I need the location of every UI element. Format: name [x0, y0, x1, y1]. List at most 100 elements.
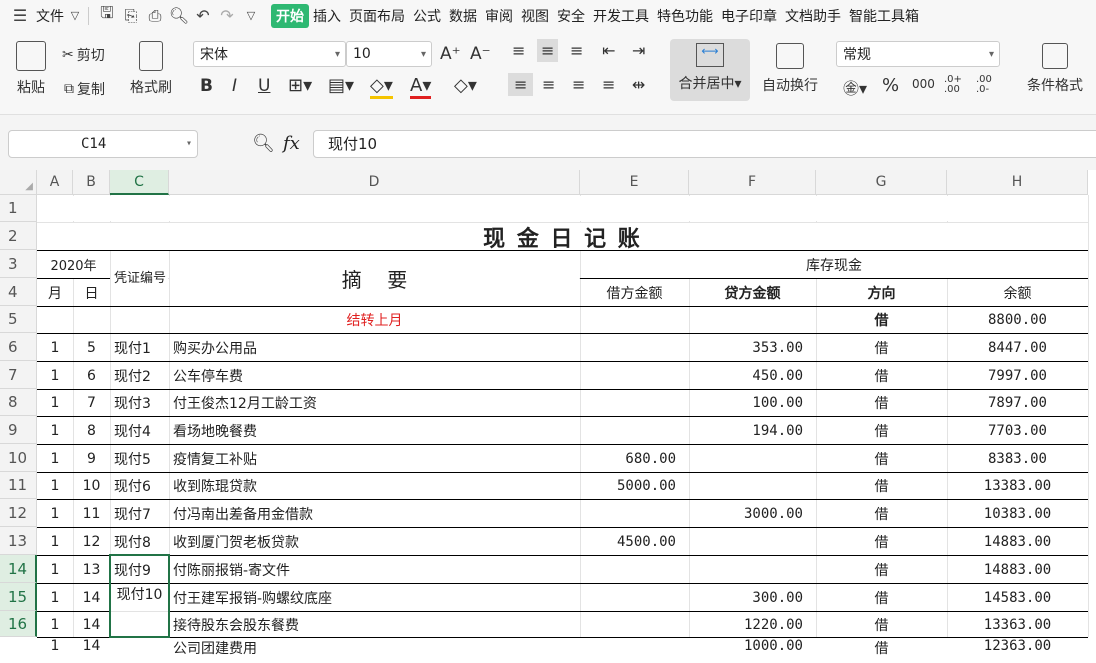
- font-size-select[interactable]: 10 ▾: [346, 41, 432, 67]
- entry-day[interactable]: 14: [74, 612, 109, 637]
- entry-credit[interactable]: 1220.00: [690, 612, 815, 637]
- align-middle-icon[interactable]: ≡: [537, 39, 559, 62]
- entry-balance[interactable]: 8447.00: [948, 334, 1087, 361]
- entry-direction[interactable]: 借: [817, 612, 946, 637]
- formula-input[interactable]: 现付10: [313, 130, 1096, 158]
- align-right-icon[interactable]: ≡: [572, 75, 585, 94]
- chevron-down-icon[interactable]: ▽: [68, 4, 82, 28]
- tab-data[interactable]: 数据: [445, 6, 481, 26]
- tab-doc-assistant[interactable]: 文档助手: [781, 6, 845, 26]
- underline-button[interactable]: U: [258, 76, 270, 96]
- entry-day[interactable]: 8: [74, 417, 109, 444]
- entry-direction[interactable]: 借: [817, 445, 946, 472]
- format-painter-button[interactable]: 格式刷: [126, 41, 176, 97]
- entry-credit[interactable]: [690, 445, 815, 472]
- entry-summary[interactable]: 付王建军报销-购螺纹底座: [170, 584, 579, 611]
- entry-credit[interactable]: 194.00: [690, 417, 815, 444]
- entry-direction[interactable]: 借: [817, 584, 946, 611]
- entry-direction[interactable]: 借: [817, 500, 946, 527]
- entry-credit[interactable]: 353.00: [690, 334, 815, 361]
- entry-debit[interactable]: 680.00: [581, 445, 688, 472]
- align-top-icon[interactable]: ≡: [512, 41, 525, 60]
- entry-month[interactable]: 1: [38, 473, 72, 499]
- entry-debit[interactable]: [581, 612, 688, 637]
- entry-day[interactable]: 7: [74, 390, 109, 416]
- merge-center-button[interactable]: ⟷ 合并居中▾: [670, 39, 750, 101]
- entry-balance[interactable]: 8383.00: [948, 445, 1087, 472]
- entry-credit[interactable]: 3000.00: [690, 500, 815, 527]
- row-header-16[interactable]: 16: [0, 611, 37, 637]
- undo-icon[interactable]: ↶: [191, 4, 215, 28]
- entry-credit[interactable]: [690, 556, 815, 583]
- increase-decimal-button[interactable]: .0+ .00: [944, 75, 968, 95]
- copy-button[interactable]: ⧉ 复制: [64, 79, 105, 99]
- row-header-3[interactable]: 3: [0, 250, 37, 278]
- save-icon[interactable]: 🖫: [95, 3, 119, 28]
- row-header-2[interactable]: 2: [0, 222, 37, 250]
- entry-voucher[interactable]: 现付2: [111, 362, 168, 389]
- entry-summary[interactable]: 公车停车费: [170, 362, 579, 389]
- row-header-6[interactable]: 6: [0, 333, 37, 361]
- tab-formulas[interactable]: 公式: [409, 6, 445, 26]
- fx-icon[interactable]: fx: [283, 133, 300, 154]
- entry-day[interactable]: 14: [74, 584, 109, 611]
- entry-month[interactable]: 1: [38, 638, 72, 654]
- entry-credit[interactable]: 100.00: [690, 390, 815, 416]
- align-bottom-icon[interactable]: ≡: [570, 41, 583, 60]
- column-header-A[interactable]: A: [37, 170, 73, 195]
- row-header-7[interactable]: 7: [0, 361, 37, 389]
- entry-voucher[interactable]: 现付3: [111, 390, 168, 416]
- distributed-icon[interactable]: ⇹: [632, 75, 645, 94]
- entry-direction[interactable]: 借: [817, 362, 946, 389]
- row-header-4[interactable]: 4: [0, 278, 37, 306]
- column-header-C[interactable]: C: [110, 170, 169, 195]
- entry-balance[interactable]: 7897.00: [948, 390, 1087, 416]
- row-header-1[interactable]: 1: [0, 195, 37, 222]
- entry-month[interactable]: 1: [38, 334, 72, 361]
- select-all-corner[interactable]: ◢: [0, 170, 37, 195]
- row-header-10[interactable]: 10: [0, 444, 37, 472]
- entry-day[interactable]: 9: [74, 445, 109, 472]
- entry-debit[interactable]: [581, 500, 688, 527]
- entry-day[interactable]: 14: [74, 638, 109, 654]
- decrease-indent-icon[interactable]: ⇤: [602, 41, 615, 60]
- currency-icon[interactable]: ㊎▾: [843, 75, 867, 99]
- row-header-5[interactable]: 5: [0, 306, 37, 333]
- entry-direction[interactable]: 借: [817, 556, 946, 583]
- entry-direction[interactable]: 借: [817, 390, 946, 416]
- bold-button[interactable]: B: [200, 76, 213, 96]
- empty-cell[interactable]: [111, 307, 168, 334]
- entry-credit[interactable]: 300.00: [690, 584, 815, 611]
- row-header-15[interactable]: 15: [0, 583, 37, 611]
- row-header-14[interactable]: 14: [0, 555, 37, 583]
- entry-balance[interactable]: 14583.00: [948, 584, 1087, 611]
- justify-icon[interactable]: ≡: [602, 75, 615, 94]
- entry-debit[interactable]: [581, 584, 688, 611]
- entry-summary[interactable]: 付陈丽报销-寄文件: [170, 556, 579, 583]
- entry-credit[interactable]: 1000.00: [690, 638, 815, 654]
- entry-balance[interactable]: 14883.00: [948, 556, 1087, 583]
- row-header-11[interactable]: 11: [0, 472, 37, 499]
- entry-summary[interactable]: 看场地晚餐费: [170, 417, 579, 444]
- tab-security[interactable]: 安全: [553, 6, 589, 26]
- column-header-G[interactable]: G: [816, 170, 947, 195]
- entry-month[interactable]: 1: [38, 612, 72, 637]
- entry-voucher[interactable]: 现付1: [111, 334, 168, 361]
- zoom-formula-icon[interactable]: 🔍︎: [252, 133, 275, 154]
- entry-balance[interactable]: 13363.00: [948, 612, 1087, 637]
- column-header-H[interactable]: H: [947, 170, 1088, 195]
- column-header-D[interactable]: D: [169, 170, 580, 195]
- entry-month[interactable]: 1: [38, 584, 72, 611]
- entry-voucher[interactable]: 现付4: [111, 417, 168, 444]
- entry-day[interactable]: 11: [74, 500, 109, 527]
- entry-balance[interactable]: 10383.00: [948, 500, 1087, 527]
- export-pdf-icon[interactable]: ⎘: [119, 4, 143, 28]
- align-center-icon[interactable]: ≡: [542, 75, 555, 94]
- entry-day[interactable]: 12: [74, 528, 109, 555]
- entry-month[interactable]: 1: [38, 417, 72, 444]
- tab-review[interactable]: 审阅: [481, 6, 517, 26]
- conditional-format-button[interactable]: 条件格式: [1018, 43, 1092, 95]
- italic-button[interactable]: I: [232, 76, 237, 96]
- row-header-8[interactable]: 8: [0, 389, 37, 416]
- entry-credit[interactable]: [690, 473, 815, 499]
